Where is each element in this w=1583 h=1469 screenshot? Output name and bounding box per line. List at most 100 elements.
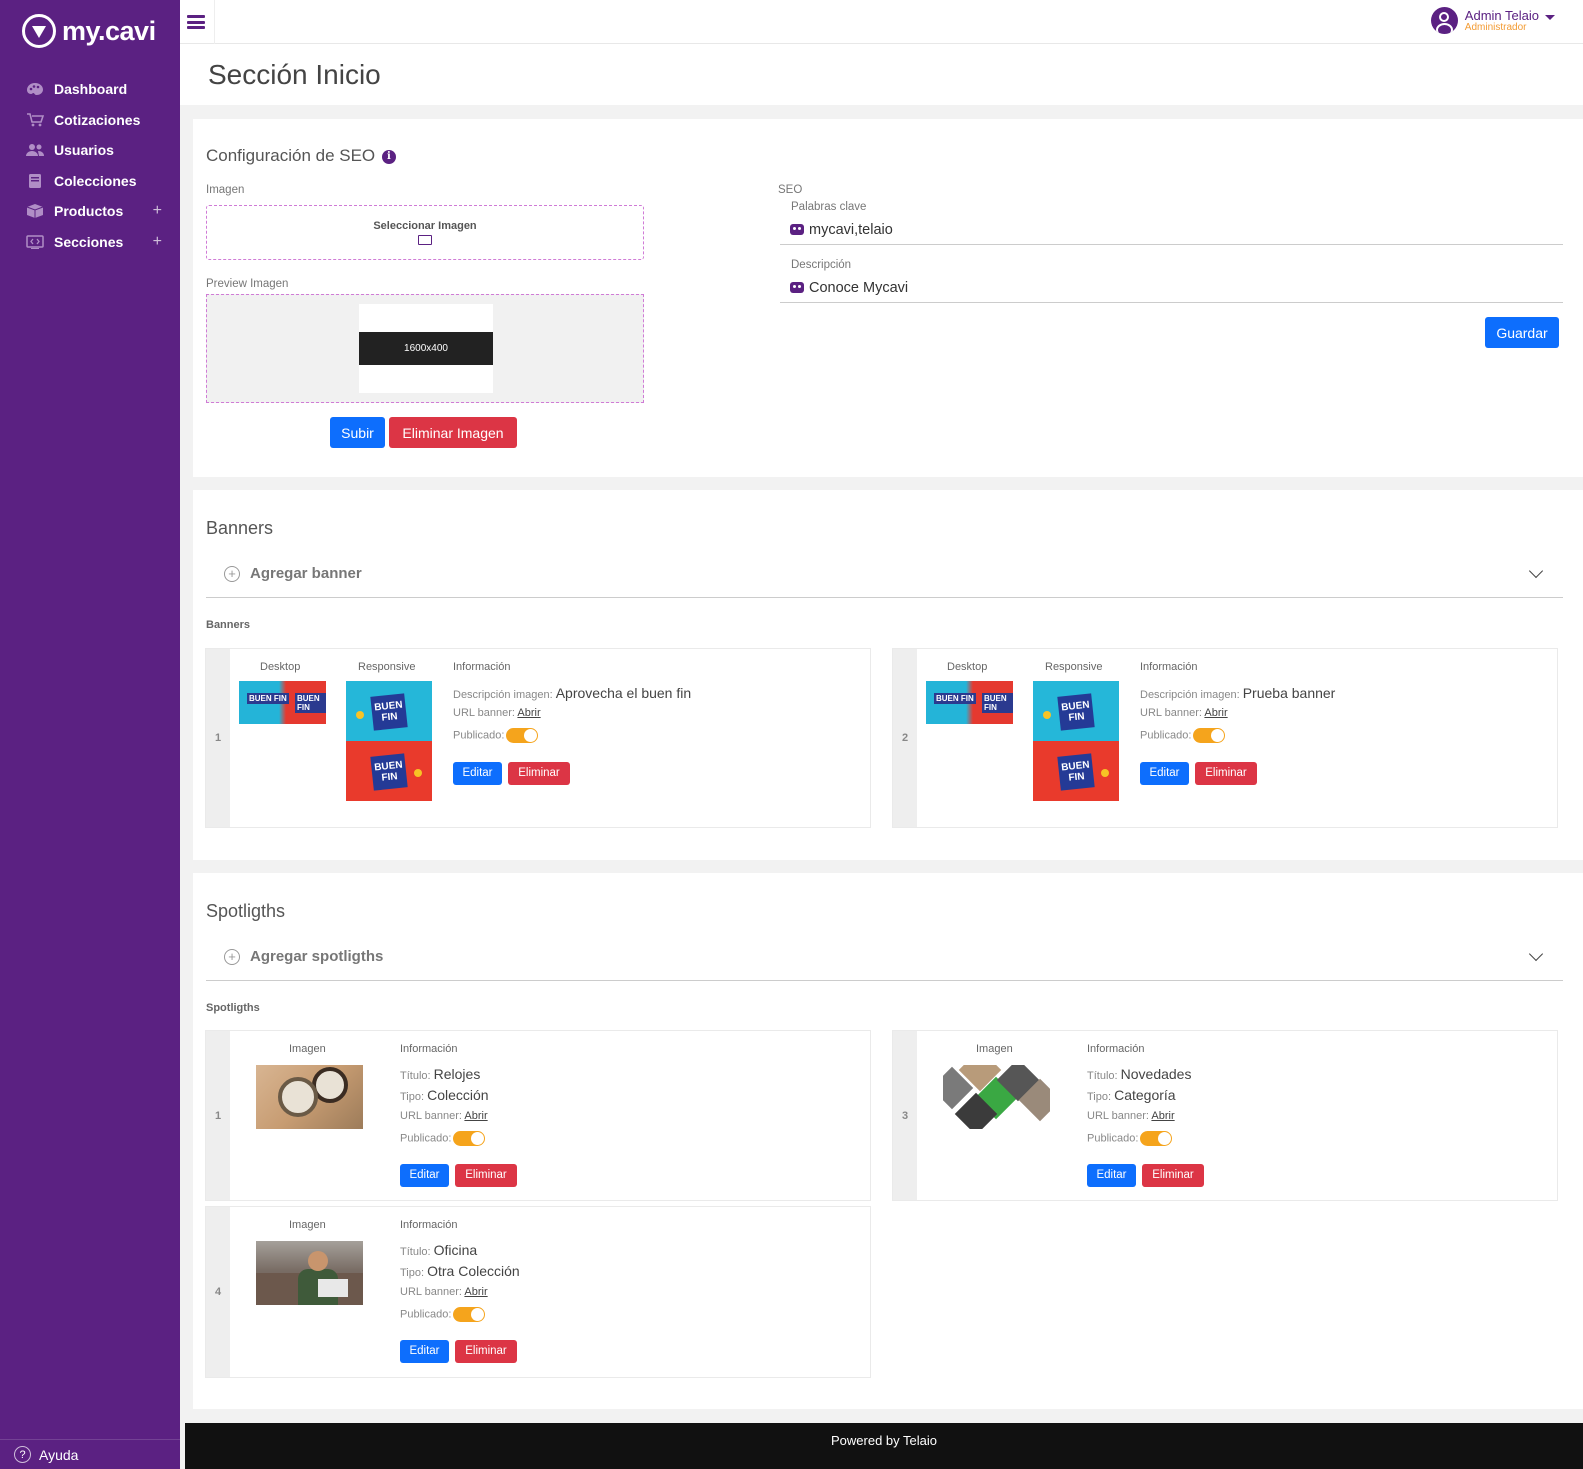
plus-circle-icon: + (224, 565, 240, 582)
expand-plus-icon[interactable]: + (153, 233, 162, 251)
col-info: Información (400, 1043, 458, 1055)
open-link[interactable]: Abrir (464, 1286, 487, 1298)
delete-button[interactable]: Eliminar (1195, 762, 1257, 785)
sidebar-item-colecciones[interactable]: Colecciones (0, 166, 180, 197)
robot-icon (790, 224, 804, 235)
delete-image-button[interactable]: Eliminar Imagen (389, 417, 517, 448)
description-value: Conoce Mycavi (809, 279, 909, 296)
add-spotlight-accordion[interactable]: + Agregar spotligths (206, 933, 1563, 981)
users-icon (26, 143, 44, 157)
select-image-dropzone[interactable]: Seleccionar Imagen (206, 205, 644, 260)
banner-published: Publicado: (1140, 728, 1226, 743)
col-responsive: Responsive (358, 661, 416, 673)
image-icon (418, 235, 432, 245)
spotlights-card: Spotligths + Agregar spotligths Spotligt… (193, 873, 1583, 1409)
spotlight-published: Publicado: (1087, 1131, 1173, 1146)
image-preview: 1600x400 (206, 294, 644, 403)
spotlight-title: Título: Relojes (400, 1066, 481, 1082)
user-name: Admin Telaio (1464, 7, 1539, 23)
spotlight-published: Publicado: (400, 1307, 486, 1322)
help-link[interactable]: ? Ayuda (0, 1439, 180, 1469)
edit-button[interactable]: Editar (1140, 762, 1189, 785)
published-toggle[interactable] (1140, 1131, 1173, 1146)
edit-button[interactable]: Editar (1087, 1164, 1136, 1187)
seo-card: Configuración de SEO i Imagen Selecciona… (193, 119, 1583, 477)
logo[interactable]: my.cavi (0, 0, 180, 62)
published-toggle[interactable] (506, 728, 539, 743)
spotlight-image (256, 1065, 363, 1129)
delete-button[interactable]: Eliminar (455, 1340, 517, 1363)
preview-image: 1600x400 (359, 304, 493, 393)
box-icon (26, 204, 44, 219)
help-circle-icon: ? (14, 1446, 31, 1463)
keywords-value: mycavi,telaio (809, 221, 893, 238)
banner-number: 1 (206, 649, 230, 827)
sidebar-item-label: Usuarios (54, 142, 114, 159)
open-link[interactable]: Abrir (517, 707, 540, 719)
sidebar: my.cavi Dashboard Cotizaciones Usuarios … (0, 0, 180, 1469)
sidebar-item-secciones[interactable]: Secciones + (0, 227, 180, 258)
banner-desktop-thumb: BUEN FIN BUEN FIN (926, 681, 1013, 724)
sidebar-item-label: Productos (54, 203, 124, 220)
description-field[interactable]: Conoce Mycavi (780, 273, 1563, 303)
user-menu[interactable]: Admin Telaio Administrador (1430, 7, 1555, 34)
select-image-label: Seleccionar Imagen (373, 220, 477, 232)
spotlight-item: 4 Imagen Información Título: Oficina Tip… (205, 1206, 871, 1378)
banner-responsive-thumb: BUEN FIN BUEN FIN (346, 681, 432, 801)
delete-button[interactable]: Eliminar (455, 1164, 517, 1187)
info-icon[interactable]: i (381, 149, 396, 164)
edit-button[interactable]: Editar (400, 1164, 449, 1187)
upload-button[interactable]: Subir (330, 417, 385, 448)
image-label: Imagen (206, 184, 245, 196)
add-banner-label: Agregar banner (250, 565, 362, 582)
spotlight-url: URL banner: Abrir (1087, 1110, 1175, 1122)
spotlight-item: 3 Imagen Información Título: Novedades T… (892, 1030, 1558, 1201)
robot-icon (790, 282, 804, 293)
sidebar-item-usuarios[interactable]: Usuarios (0, 135, 180, 166)
col-info: Información (453, 661, 511, 673)
spotlight-number: 4 (206, 1207, 230, 1377)
plus-circle-icon: + (224, 948, 240, 965)
description-label: Descripción (791, 259, 852, 271)
sidebar-item-cotizaciones[interactable]: Cotizaciones (0, 105, 180, 136)
save-button[interactable]: Guardar (1485, 317, 1559, 348)
chevron-down-icon (1528, 946, 1544, 962)
col-info: Información (1087, 1043, 1145, 1055)
add-spotlight-label: Agregar spotligths (250, 948, 384, 965)
published-toggle[interactable] (453, 1307, 486, 1322)
col-info: Información (400, 1219, 458, 1231)
topbar: Admin Telaio Administrador (180, 0, 1583, 44)
add-banner-accordion[interactable]: + Agregar banner (206, 550, 1563, 598)
spotlight-title: Título: Oficina (400, 1242, 478, 1258)
edit-button[interactable]: Editar (453, 762, 502, 785)
spotlight-type: Tipo: Colección (400, 1087, 489, 1103)
published-toggle[interactable] (453, 1131, 486, 1146)
sidebar-item-label: Colecciones (54, 172, 137, 189)
open-link[interactable]: Abrir (1151, 1110, 1174, 1122)
spotlight-url: URL banner: Abrir (400, 1110, 488, 1122)
col-image: Imagen (289, 1043, 326, 1055)
sidebar-item-productos[interactable]: Productos + (0, 196, 180, 227)
sidebar-item-label: Cotizaciones (54, 111, 141, 128)
delete-button[interactable]: Eliminar (1142, 1164, 1204, 1187)
chevron-down-icon (1528, 563, 1544, 579)
cart-icon (26, 112, 44, 127)
user-role: Administrador (1464, 21, 1527, 33)
hamburger-menu-icon[interactable] (187, 15, 205, 29)
delete-button[interactable]: Eliminar (508, 762, 570, 785)
spotlight-number: 3 (893, 1031, 917, 1200)
col-desktop: Desktop (947, 661, 988, 673)
spotlight-image (943, 1065, 1050, 1129)
sidebar-item-dashboard[interactable]: Dashboard (0, 74, 180, 105)
expand-plus-icon[interactable]: + (153, 202, 162, 220)
edit-button[interactable]: Editar (400, 1340, 449, 1363)
keywords-field[interactable]: mycavi,telaio (780, 215, 1563, 245)
open-link[interactable]: Abrir (1204, 707, 1227, 719)
banners-card: Banners + Agregar banner Banners 1 Deskt… (193, 490, 1583, 860)
published-toggle[interactable] (1193, 728, 1226, 743)
footer: Powered by Telaio (185, 1423, 1583, 1469)
banner-item: 2 Desktop Responsive Información BUEN FI… (892, 648, 1558, 828)
banners-list-heading: Banners (206, 619, 251, 631)
help-label: Ayuda (39, 1446, 79, 1463)
open-link[interactable]: Abrir (464, 1110, 487, 1122)
